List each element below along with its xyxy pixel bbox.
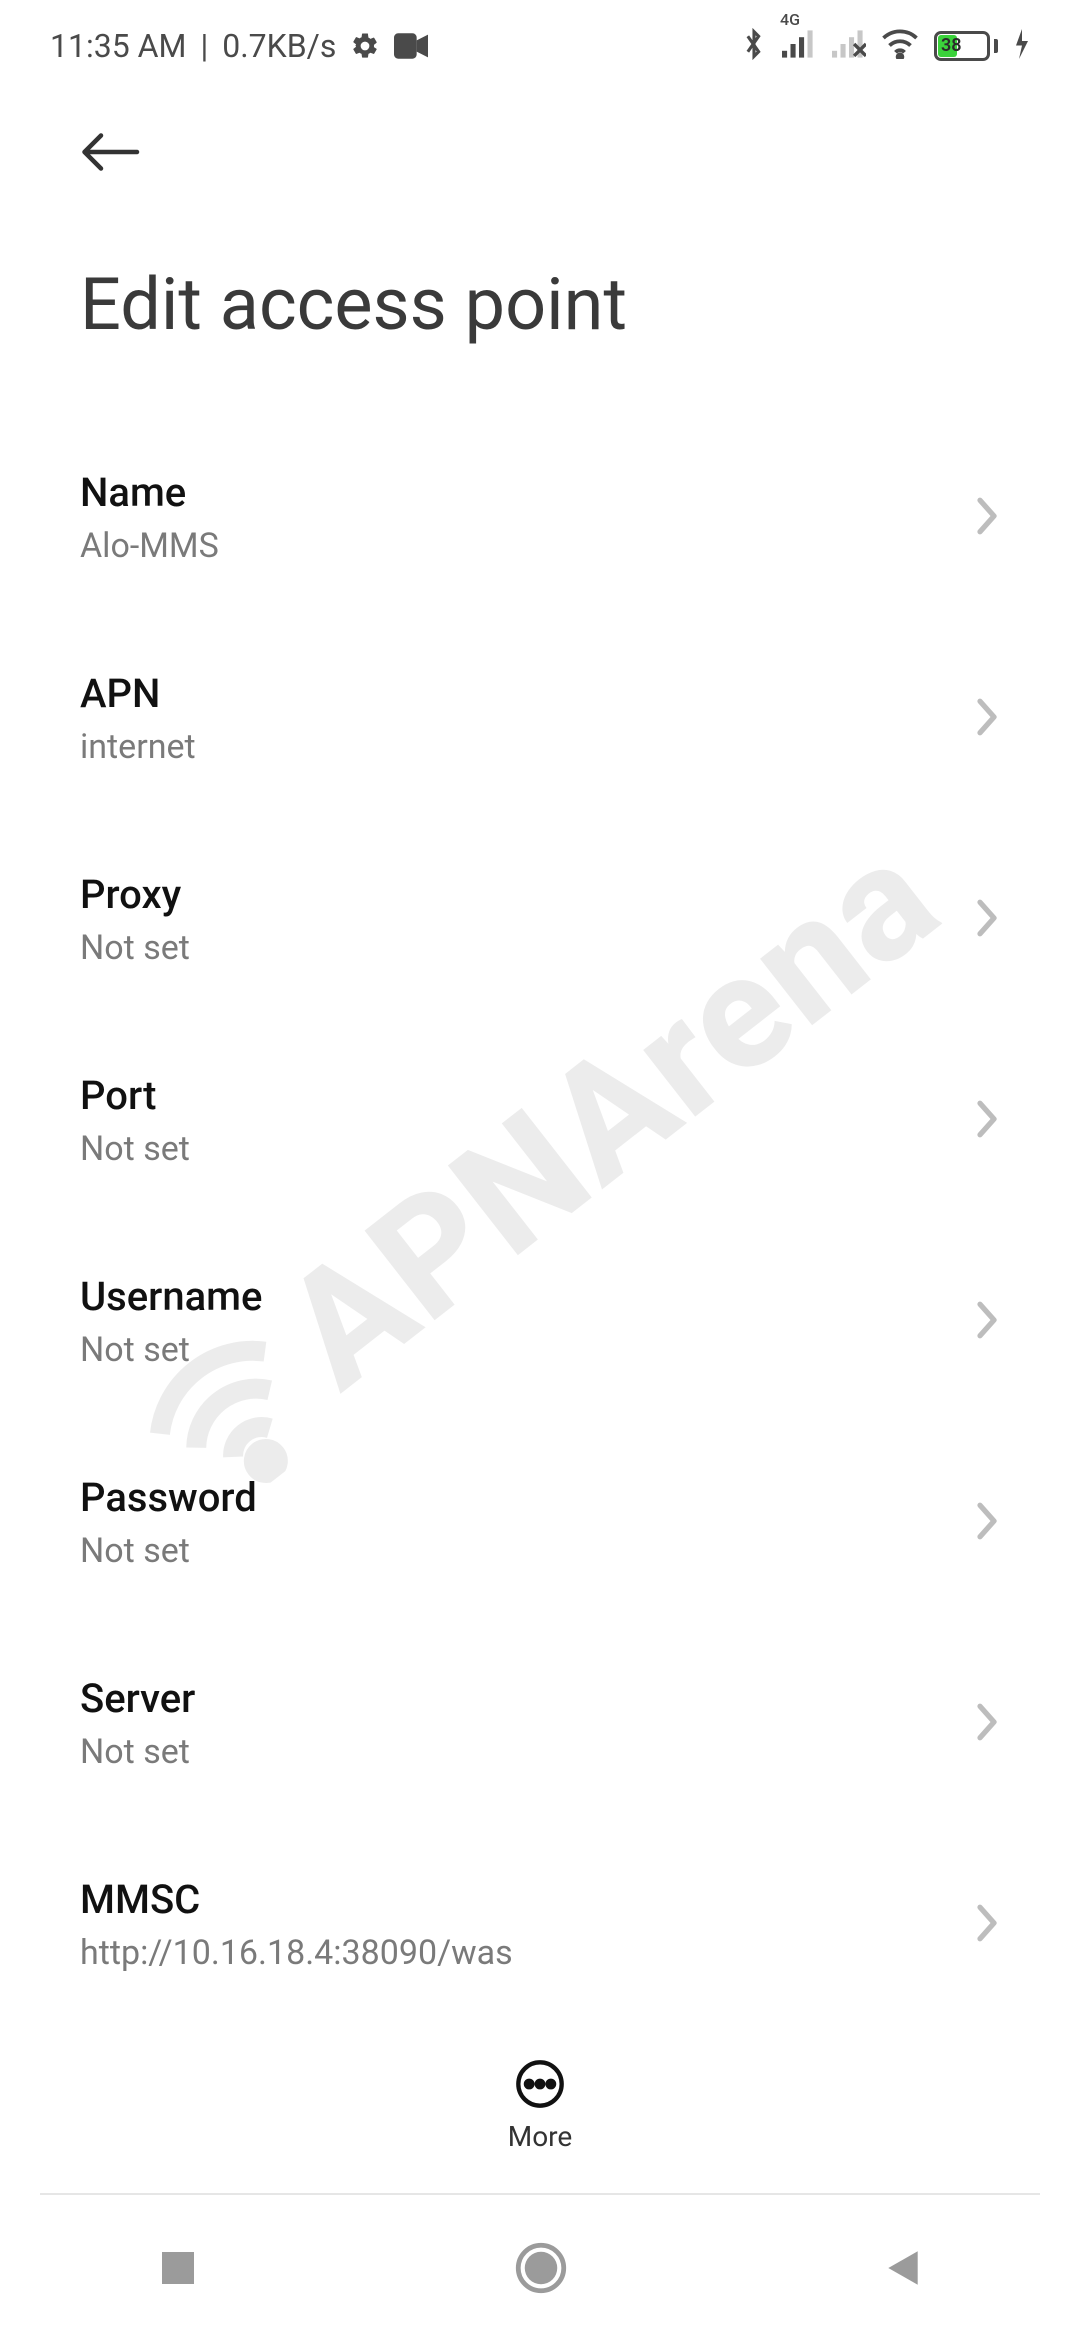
field-value: Not set	[80, 1129, 190, 1169]
divider	[40, 2193, 1040, 2195]
more-button[interactable]: More	[0, 2030, 1080, 2180]
field-row-password[interactable]: Password Not set	[80, 1422, 1000, 1623]
more-label: More	[508, 2120, 573, 2153]
signal-1-icon: 4G	[782, 30, 816, 62]
field-label: MMSC	[80, 1876, 513, 1923]
field-value: Not set	[80, 928, 190, 968]
wifi-icon	[882, 29, 918, 63]
field-labels: APN internet	[80, 670, 196, 767]
field-label: Username	[80, 1273, 262, 1320]
field-row-mmsc[interactable]: MMSC http://10.16.18.4:38090/was	[80, 1824, 1000, 2025]
back-button[interactable]	[80, 120, 144, 184]
page-title: Edit access point	[80, 262, 1000, 347]
chevron-right-icon	[974, 696, 1000, 742]
field-labels: Server Not set	[80, 1675, 195, 1772]
status-bar: 11:35 AM | 0.7KB/s 4G 38	[0, 0, 1080, 70]
more-icon	[514, 2058, 566, 2110]
field-row-port[interactable]: Port Not set	[80, 1020, 1000, 1221]
field-label: Password	[80, 1474, 257, 1521]
system-nav-bar	[0, 2200, 1080, 2340]
field-value: http://10.16.18.4:38090/was	[80, 1933, 513, 1973]
charging-icon	[1014, 29, 1030, 63]
field-row-apn[interactable]: APN internet	[80, 618, 1000, 819]
field-label: APN	[80, 670, 196, 717]
chevron-right-icon	[974, 495, 1000, 541]
field-labels: Name Alo-MMS	[80, 469, 219, 566]
field-row-name[interactable]: Name Alo-MMS	[80, 417, 1000, 618]
field-value: internet	[80, 727, 196, 767]
chevron-right-icon	[974, 1701, 1000, 1747]
signal-2-icon	[832, 30, 866, 62]
gear-icon	[350, 31, 380, 61]
field-label: Port	[80, 1072, 190, 1119]
chevron-right-icon	[974, 897, 1000, 943]
chevron-right-icon	[974, 1299, 1000, 1345]
field-labels: MMSC http://10.16.18.4:38090/was	[80, 1876, 513, 1973]
status-time: 11:35 AM	[50, 27, 186, 65]
field-row-proxy[interactable]: Proxy Not set	[80, 819, 1000, 1020]
battery-icon: 38	[934, 31, 998, 61]
field-label: Proxy	[80, 871, 190, 918]
nav-home-button[interactable]	[515, 2242, 567, 2298]
settings-list: Name Alo-MMS APN internet Proxy Not set Port No…	[0, 417, 1080, 2127]
field-labels: Password Not set	[80, 1474, 257, 1571]
status-bar-left: 11:35 AM | 0.7KB/s	[50, 27, 428, 65]
status-divider: |	[200, 27, 208, 65]
chevron-right-icon	[974, 1098, 1000, 1144]
field-value: Not set	[80, 1531, 257, 1571]
camera-icon	[394, 33, 428, 59]
field-label: Name	[80, 469, 219, 516]
field-labels: Proxy Not set	[80, 871, 190, 968]
field-labels: Port Not set	[80, 1072, 190, 1169]
field-row-server[interactable]: Server Not set	[80, 1623, 1000, 1824]
field-value: Not set	[80, 1330, 262, 1370]
chevron-right-icon	[974, 1902, 1000, 1948]
field-row-username[interactable]: Username Not set	[80, 1221, 1000, 1422]
field-value: Not set	[80, 1732, 195, 1772]
status-speed: 0.7KB/s	[222, 27, 336, 65]
nav-recent-button[interactable]	[158, 2248, 198, 2292]
field-value: Alo-MMS	[80, 526, 219, 566]
chevron-right-icon	[974, 1500, 1000, 1546]
header: Edit access point	[0, 70, 1080, 347]
field-label: Server	[80, 1675, 195, 1722]
status-bar-right: 4G 38	[742, 27, 1030, 65]
nav-back-button[interactable]	[884, 2247, 922, 2293]
field-labels: Username Not set	[80, 1273, 262, 1370]
bluetooth-icon	[742, 27, 766, 65]
